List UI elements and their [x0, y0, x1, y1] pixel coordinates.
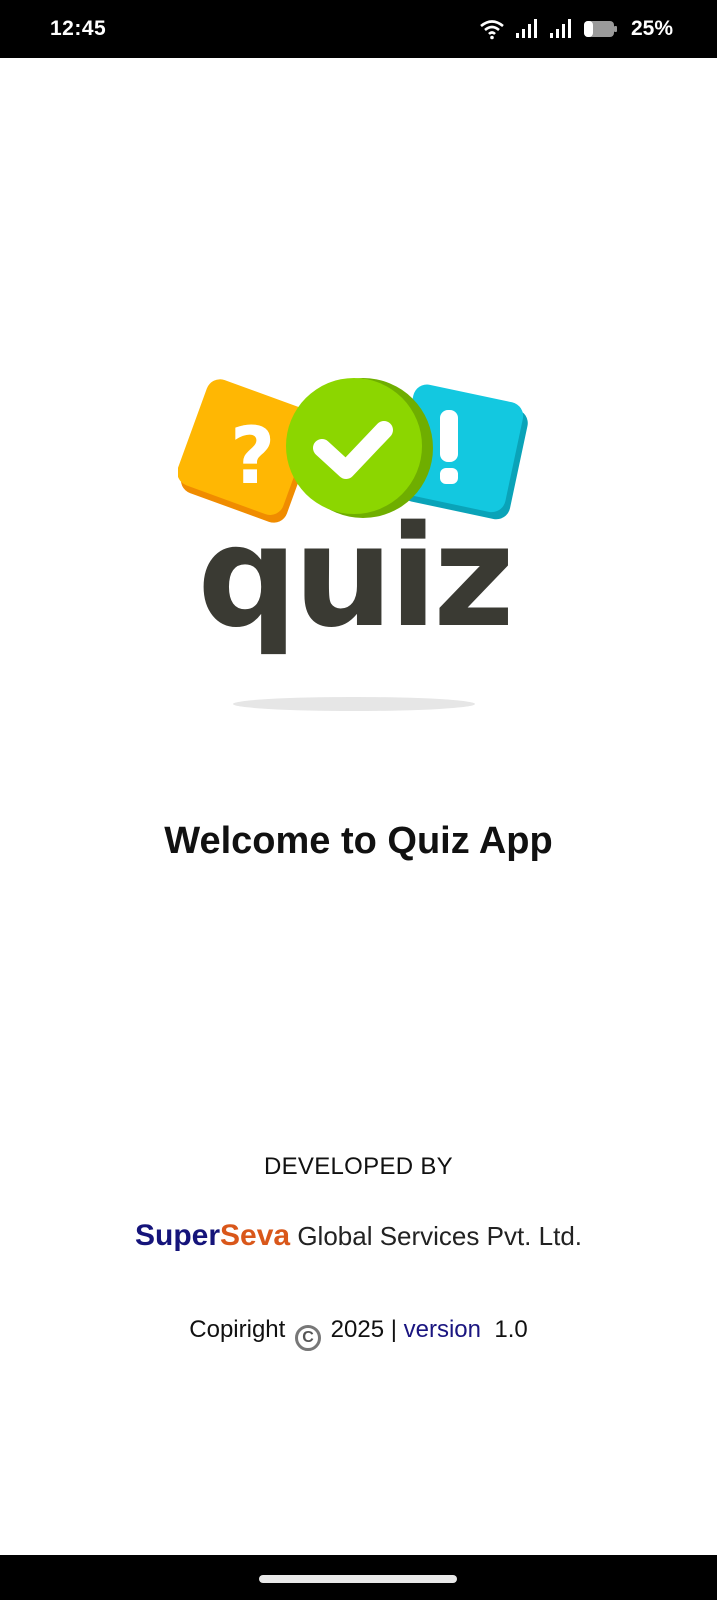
- status-icons: 25%: [479, 14, 673, 44]
- copyright-label: Copiright: [189, 1316, 286, 1343]
- version-number: 1.0: [494, 1316, 528, 1343]
- developed-by-label: DEVELOPED BY: [263, 1153, 453, 1180]
- signal-icon: [549, 18, 573, 40]
- wifi-icon: [479, 18, 505, 40]
- copyright-line: Copiright C 2025 | version 1.0: [0, 1316, 717, 1351]
- home-gesture-handle[interactable]: [259, 1575, 457, 1583]
- navigation-bar: [0, 1555, 717, 1600]
- status-time: 12:45: [50, 17, 107, 40]
- company-name: SuperSeva Global Services Pvt. Ltd.: [0, 1219, 717, 1253]
- svg-text:?: ?: [230, 412, 275, 502]
- brand-seva: Seva: [220, 1219, 291, 1252]
- version-label: version: [403, 1316, 481, 1343]
- copyright-year: 2025 |: [330, 1316, 397, 1343]
- copyright-icon: C: [294, 1325, 321, 1351]
- status-bar: 12:45 25%: [0, 0, 717, 58]
- company-rest: Global Services Pvt. Ltd.: [290, 1221, 582, 1251]
- battery-icon: [583, 19, 619, 39]
- quiz-logo: ? quiz: [177, 370, 538, 730]
- battery-percent: 25%: [630, 17, 673, 40]
- welcome-title: Welcome to Quiz App: [164, 820, 553, 862]
- logo-wordmark: quiz: [197, 496, 510, 659]
- signal-icon: [515, 18, 539, 40]
- brand-super: Super: [134, 1219, 221, 1252]
